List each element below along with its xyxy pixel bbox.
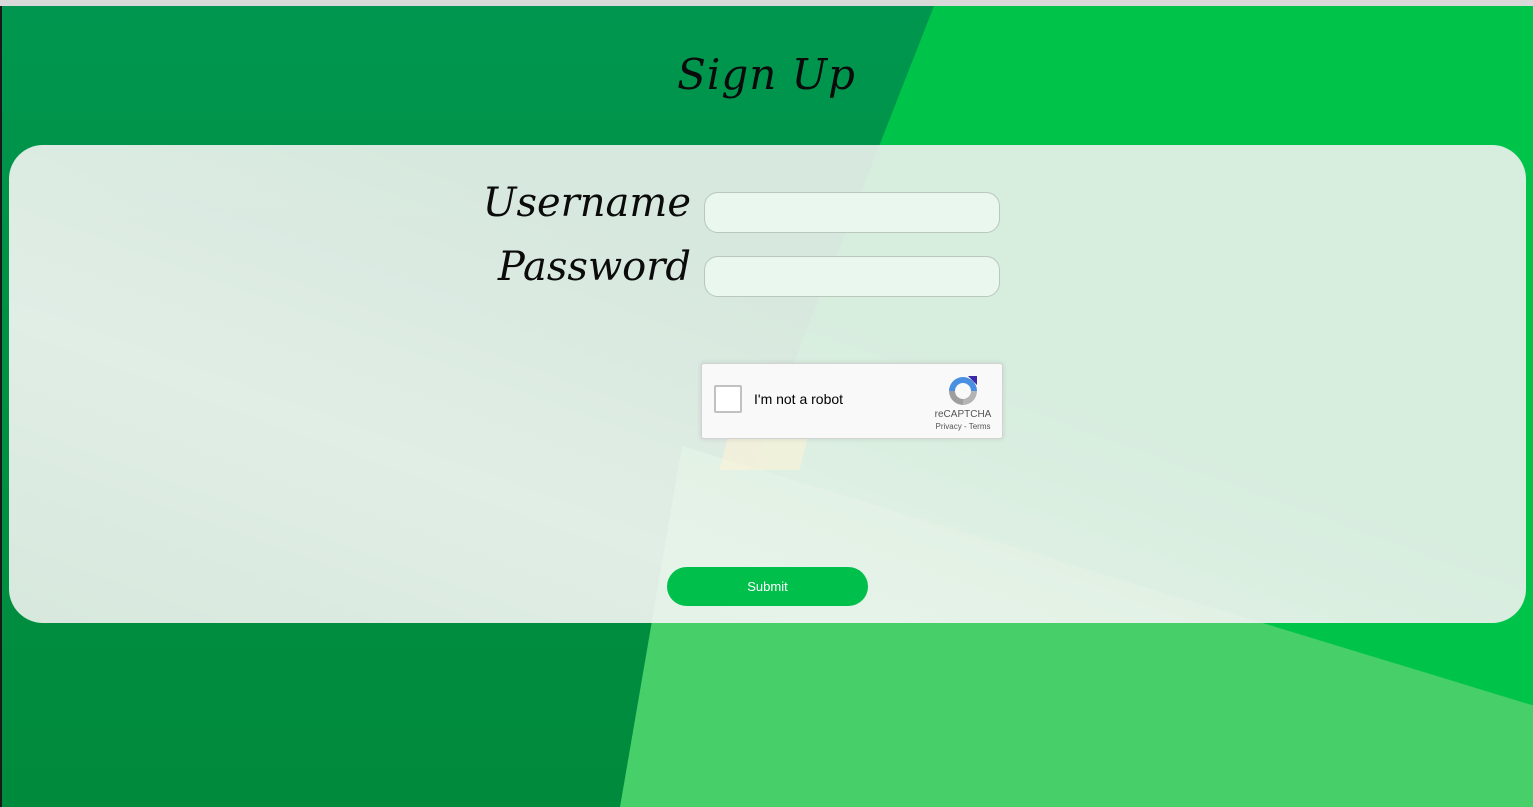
password-input[interactable] — [704, 256, 1000, 297]
password-label: Password — [497, 244, 691, 290]
recaptcha-widget: I'm not a robot reCAPTCHA Privacy - Term… — [701, 363, 1003, 439]
page-title: Sign Up — [677, 50, 856, 99]
username-input[interactable] — [704, 192, 1000, 233]
recaptcha-links-separator: - — [963, 422, 967, 431]
recaptcha-terms-link[interactable]: Terms — [969, 422, 991, 431]
recaptcha-logo-icon — [949, 376, 977, 405]
username-label: Username — [482, 180, 691, 226]
recaptcha-links: Privacy - Terms — [918, 422, 1008, 431]
recaptcha-privacy-link[interactable]: Privacy — [936, 422, 962, 431]
submit-button[interactable]: Submit — [667, 567, 868, 606]
recaptcha-checkbox-label: I'm not a robot — [754, 391, 844, 407]
recaptcha-brand: reCAPTCHA — [934, 409, 992, 420]
recaptcha-checkbox[interactable] — [714, 385, 742, 413]
